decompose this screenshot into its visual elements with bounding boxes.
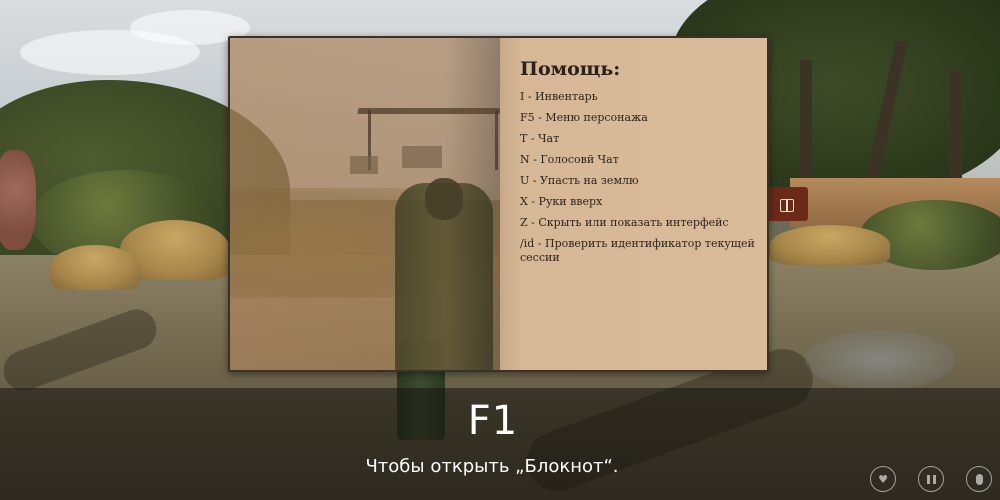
mic-icon xyxy=(975,473,983,485)
rock xyxy=(0,150,36,250)
hint-text: Чтобы открыть „Блокнот“. xyxy=(365,456,619,477)
help-item-toggle-interface: Z - Скрыть или показать интерфейс xyxy=(520,216,729,229)
notebook-left-page xyxy=(230,38,500,370)
character-head xyxy=(425,178,463,220)
canopy xyxy=(357,108,500,114)
grass xyxy=(50,245,140,290)
heart-button[interactable]: ♥ xyxy=(870,466,896,492)
help-item-hands-up: X - Руки вверх xyxy=(520,195,603,208)
tree-trunk xyxy=(950,70,962,190)
pause-icon xyxy=(926,474,936,484)
help-item-session-id: /id - Проверить идентификатор текущей се… xyxy=(520,237,755,264)
notebook-tab[interactable] xyxy=(766,187,808,221)
puddle xyxy=(805,330,955,390)
help-item-chat: T - Чат xyxy=(520,132,560,145)
left-page-scene xyxy=(230,38,500,370)
book-icon xyxy=(780,198,794,212)
pause-button[interactable] xyxy=(918,466,944,492)
notebook-right-page: Помощь: I - Инвентарь F5 - Меню персонаж… xyxy=(500,38,767,370)
mic-button[interactable] xyxy=(966,466,992,492)
help-item-voice-chat: N - Голосовй Чат xyxy=(520,153,619,166)
help-item-character-menu: F5 - Меню персонажа xyxy=(520,111,648,124)
help-item-inventory: I - Инвентарь xyxy=(520,90,598,103)
canopy-pole xyxy=(495,110,498,170)
crate xyxy=(350,156,378,174)
grass xyxy=(770,225,890,265)
help-list: I - Инвентарь F5 - Меню персонажа T - Ча… xyxy=(520,90,755,265)
hint-key: F1 xyxy=(467,398,519,444)
crate xyxy=(402,146,442,168)
help-item-drop-down: U - Упасть на землю xyxy=(520,174,639,187)
notebook: Помощь: I - Инвентарь F5 - Меню персонаж… xyxy=(228,36,769,372)
tree-trunk xyxy=(800,60,812,190)
heart-icon: ♥ xyxy=(878,472,888,486)
help-title: Помощь: xyxy=(520,58,621,80)
